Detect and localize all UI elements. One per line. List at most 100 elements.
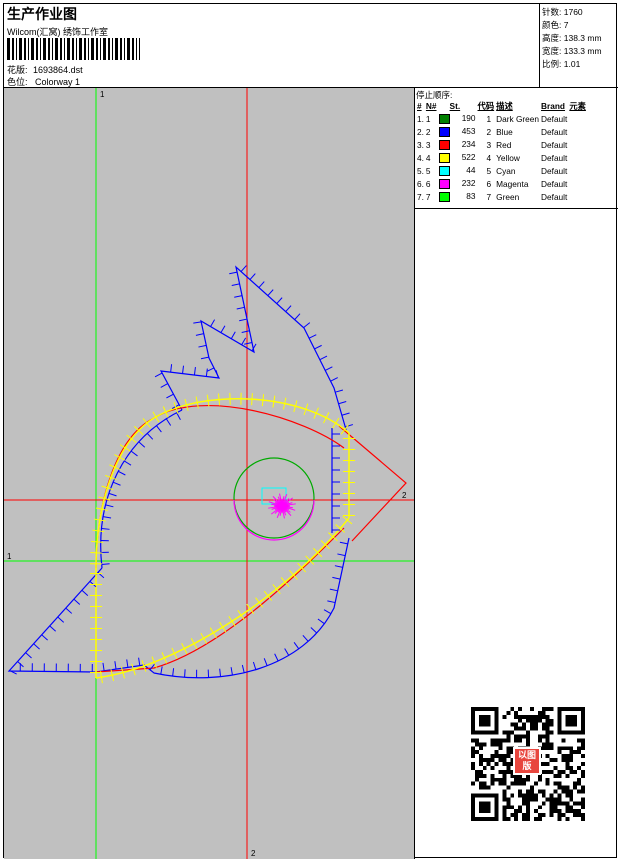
row-code: 3 [486,139,492,150]
color-swatch [438,191,450,202]
stop-sequence-panel: 停止顺序: # N# St. 代码 描述 Brand 元素 1. 1 190 1 Dar… [415,88,618,859]
sheet-header: 生产作业图 Wilcom(汇窝) 绣饰工作室 花版: 1693864.dst 色… [4,4,540,88]
color-swatch [438,178,450,189]
row-description: Yellow [496,152,520,163]
row-brand: Default [541,165,568,176]
row-brand: Default [541,113,568,124]
design-stats: 针数: 1760 颜色: 7 高度: 138.3 mm 宽度: 133.3 mm… [540,4,618,88]
col-code: 代码 [477,101,495,111]
table-row: 2. 2 453 2 Blue Default [416,125,587,138]
design-value: 1693864.dst [33,65,83,75]
table-row: 4. 4 522 4 Yellow Default [416,151,587,164]
row-needle: 3 [425,139,431,150]
wing-satin-yellow [95,517,350,679]
row-needle: 2 [425,126,431,137]
table-header: # N# St. 代码 描述 Brand 元素 [416,100,587,112]
table-row: 1. 1 190 1 Dark Green Default [416,112,587,125]
colorway-line: 色位: Colorway 1 [7,75,80,88]
row-description: Dark Green [496,113,540,124]
row-code: 2 [486,126,492,137]
barcode-icon [7,38,140,60]
col-needle: N# [425,101,437,111]
row-element [568,190,587,203]
row-description: Magenta [496,178,529,189]
row-description: Blue [496,126,513,137]
production-sheet: 生产作业图 Wilcom(汇窝) 绣饰工作室 花版: 1693864.dst 色… [3,3,618,859]
colorway-value: Colorway 1 [35,77,81,87]
color-count: 颜色: 7 [542,20,569,30]
color-swatch [438,152,450,163]
design-height: 高度: 138.3 mm [542,33,602,43]
row-stitches: 190 [438,112,477,125]
axis-label-top-1: 1 [100,90,105,99]
row-index: 6. [417,178,424,189]
row-stitches: 234 [438,138,477,151]
row-needle: 6 [425,178,431,189]
row-stitches: 522 [438,151,477,164]
wing-inner-red [95,527,345,673]
embroidery-design: 1 1 2 2 [4,88,414,859]
axis-label-bottom-2: 2 [251,849,256,858]
color-swatch [438,126,450,137]
row-code: 1 [486,113,492,124]
row-needle: 5 [425,165,431,176]
row-index: 3. [417,139,424,150]
design-scale: 比例: 1.01 [542,59,581,69]
col-index: # [417,101,422,111]
col-brand: Brand [541,101,566,111]
table-divider [415,208,618,209]
head-inner-red [95,405,345,569]
row-index: 7. [417,191,424,202]
row-element [568,164,587,177]
design-preview-canvas: 1 1 2 2 [4,88,415,859]
row-description: Green [496,191,520,202]
row-needle: 4 [425,152,431,163]
row-element [568,177,587,190]
company-name: Wilcom(汇窝) 绣饰工作室 [7,27,108,37]
row-index: 1. [417,113,424,124]
color-swatch [438,139,450,150]
row-index: 2. [417,126,424,137]
seal-stamp: 以图版 [513,747,541,775]
row-code: 5 [486,165,492,176]
stop-sequence-table: # N# St. 代码 描述 Brand 元素 1. 1 190 1 Dark Gree… [416,100,587,203]
row-brand: Default [541,126,568,137]
row-element [568,112,587,125]
row-stitches: 453 [438,125,477,138]
body-outline [7,537,350,679]
row-description: Cyan [496,165,516,176]
bird-motif [7,265,407,684]
row-brand: Default [541,152,568,163]
table-row: 5. 5 44 5 Cyan Default [416,164,587,177]
row-brand: Default [541,139,568,150]
row-index: 5. [417,165,424,176]
eye-pupil-magenta [268,493,296,519]
table-row: 7. 7 83 7 Green Default [416,190,587,203]
stitch-count: 针数: 1760 [542,7,583,17]
axis-label-left-1: 1 [7,552,12,561]
row-element [568,138,587,151]
row-code: 7 [486,191,492,202]
row-index: 4. [417,152,424,163]
row-code: 4 [486,152,492,163]
row-needle: 7 [425,191,431,202]
colorway-label: 色位: [7,77,28,87]
row-description: Red [496,139,512,150]
row-element [568,125,587,138]
sheet-title: 生产作业图 [7,6,77,22]
col-element: 元素 [569,101,586,111]
axis-label-right-2: 2 [402,491,407,500]
comb-outline [159,265,348,434]
col-stitches: St. [449,101,461,111]
color-swatch [438,113,450,124]
row-element [568,151,587,164]
row-brand: Default [541,191,568,202]
row-stitches: 83 [438,190,477,203]
row-brand: Default [541,178,568,189]
design-width: 宽度: 133.3 mm [542,46,602,56]
row-needle: 1 [425,113,431,124]
row-stitches: 44 [438,164,477,177]
col-description: 描述 [496,101,513,111]
color-swatch [438,165,450,176]
row-stitches: 232 [438,177,477,190]
